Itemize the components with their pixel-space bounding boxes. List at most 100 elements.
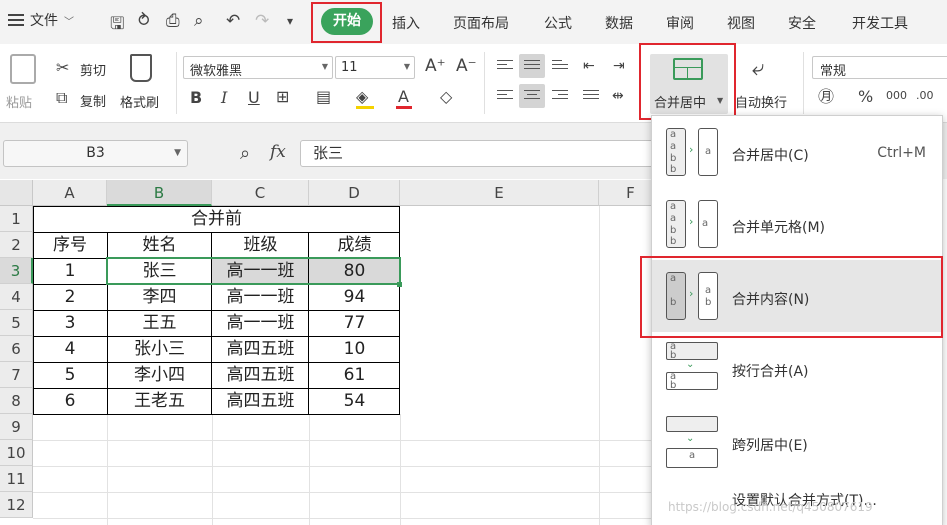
header-cell[interactable]: 成绩 — [309, 232, 400, 258]
header-cell[interactable]: 班级 — [212, 232, 309, 258]
decrease-indent-icon[interactable]: ⇤ — [583, 58, 595, 74]
number-format-select[interactable]: 常规 — [812, 56, 947, 79]
distribute-icon[interactable]: ⇹ — [612, 88, 624, 104]
merge-across-option[interactable]: ab ⌄ ab 按行合并(A) — [652, 332, 942, 404]
merge-cells-option[interactable]: aabb › a 合并单元格(M) — [652, 188, 942, 260]
column-header-d[interactable]: D — [309, 180, 400, 206]
data-cell[interactable]: 高四五班 — [212, 336, 309, 362]
data-cell[interactable]: 61 — [309, 362, 400, 388]
row-header[interactable]: 1 — [0, 206, 33, 232]
data-cell[interactable]: 王五 — [107, 310, 212, 336]
italic-icon[interactable]: I — [221, 90, 227, 106]
name-box-value: B3 — [86, 145, 105, 161]
tab-review[interactable]: 审阅 — [666, 13, 694, 33]
format-painter-quick-icon[interactable]: ⥁ — [138, 11, 150, 31]
select-all-corner[interactable] — [0, 180, 33, 206]
column-header-e[interactable]: E — [400, 180, 599, 206]
table-title-cell[interactable]: 合并前 — [33, 206, 400, 232]
data-cell[interactable]: 王老五 — [107, 388, 212, 414]
tab-security[interactable]: 安全 — [788, 13, 816, 33]
data-cell[interactable]: 高四五班 — [212, 362, 309, 388]
data-cell[interactable]: 54 — [309, 388, 400, 414]
data-cell[interactable]: 高一一班 — [212, 258, 309, 284]
data-cell[interactable]: 4 — [33, 336, 107, 362]
row-header[interactable]: 11 — [0, 466, 33, 492]
data-cell[interactable]: 10 — [309, 336, 400, 362]
name-box[interactable]: B3 ▼ — [3, 140, 188, 167]
data-cell[interactable]: 高一一班 — [212, 284, 309, 310]
save-icon[interactable]: 🖫 — [110, 11, 124, 40]
row-header[interactable]: 12 — [0, 492, 33, 518]
cell-style-icon[interactable]: ▤ — [316, 89, 331, 105]
data-cell[interactable]: 高四五班 — [212, 388, 309, 414]
row-header[interactable]: 8 — [0, 388, 33, 414]
tab-page-layout[interactable]: 页面布局 — [453, 13, 509, 33]
data-cell[interactable]: 高一一班 — [212, 310, 309, 336]
row-header[interactable]: 5 — [0, 310, 33, 336]
row-header[interactable]: 3 — [0, 258, 33, 284]
clear-format-icon[interactable]: ◇ — [440, 89, 452, 105]
print-icon[interactable]: ⎙ — [166, 11, 180, 31]
row-header[interactable]: 10 — [0, 440, 33, 466]
underline-icon[interactable]: U — [248, 90, 260, 106]
justify-icon[interactable] — [583, 90, 599, 102]
fill-handle[interactable] — [397, 282, 402, 287]
decrease-font-icon[interactable]: A⁻ — [456, 58, 477, 75]
data-cell[interactable]: 张三 — [107, 258, 212, 284]
fx-icon[interactable]: fx — [270, 142, 286, 162]
undo-icon[interactable]: ↶ — [226, 11, 240, 31]
data-cell[interactable]: 李小四 — [107, 362, 212, 388]
tab-data[interactable]: 数据 — [605, 13, 633, 33]
column-header-c[interactable]: C — [212, 180, 309, 206]
file-menu[interactable]: 文件 ﹀ — [8, 10, 74, 30]
decimal-icon[interactable]: .00 — [916, 88, 934, 104]
data-cell[interactable]: 3 — [33, 310, 107, 336]
row-header[interactable]: 9 — [0, 414, 33, 440]
zoom-search-icon[interactable]: ⌕ — [240, 143, 250, 164]
column-header-a[interactable]: A — [33, 180, 107, 206]
tab-formulas[interactable]: 公式 — [544, 13, 572, 33]
font-name-select[interactable]: 微软雅黑 ▼ — [183, 56, 333, 79]
data-cell[interactable]: 李四 — [107, 284, 212, 310]
header-cell[interactable]: 姓名 — [107, 232, 212, 258]
align-top-icon[interactable] — [497, 60, 513, 72]
data-cell[interactable]: 94 — [309, 284, 400, 310]
data-cell[interactable]: 77 — [309, 310, 400, 336]
formula-input[interactable]: 张三 — [300, 140, 660, 167]
align-right-icon[interactable] — [552, 90, 568, 102]
border-icon[interactable]: ⊞ — [276, 89, 289, 105]
row-header[interactable]: 4 — [0, 284, 33, 310]
customize-quick-access-icon[interactable]: ▾ — [287, 14, 293, 28]
increase-font-icon[interactable]: A⁺ — [425, 58, 446, 75]
percent-icon[interactable]: % — [858, 89, 873, 105]
row-header[interactable]: 7 — [0, 362, 33, 388]
fill-color-icon[interactable]: ◈ — [356, 89, 368, 105]
bold-icon[interactable]: B — [190, 90, 202, 106]
font-size-select[interactable]: 11 ▼ — [335, 56, 415, 79]
data-cell[interactable]: 6 — [33, 388, 107, 414]
redo-icon[interactable]: ↷ — [255, 11, 269, 31]
data-cell[interactable]: 80 — [309, 258, 400, 284]
center-across-option[interactable]: ⌄ a 跨列居中(E) — [652, 404, 942, 484]
tab-insert[interactable]: 插入 — [392, 13, 420, 33]
row-header[interactable]: 6 — [0, 336, 33, 362]
font-color-icon[interactable]: A — [398, 89, 409, 105]
data-cell[interactable]: 张小三 — [107, 336, 212, 362]
align-left-icon[interactable] — [497, 90, 513, 102]
data-cell[interactable]: 5 — [33, 362, 107, 388]
tab-developer[interactable]: 开发工具 — [852, 13, 908, 33]
currency-icon[interactable]: ㊊ — [818, 89, 834, 105]
align-middle-icon[interactable] — [524, 60, 540, 72]
data-cell[interactable]: 2 — [33, 284, 107, 310]
row-header[interactable]: 2 — [0, 232, 33, 258]
header-cell[interactable]: 序号 — [33, 232, 107, 258]
data-cell[interactable]: 1 — [33, 258, 107, 284]
tab-view[interactable]: 视图 — [727, 13, 755, 33]
align-bottom-icon[interactable] — [552, 60, 568, 72]
thousands-icon[interactable]: 000 — [886, 88, 907, 104]
print-preview-icon[interactable]: ⌕ — [194, 11, 204, 31]
column-header-b[interactable]: B — [107, 180, 212, 206]
merge-center-option[interactable]: aabb › a 合并居中(C) Ctrl+M — [652, 116, 942, 188]
align-center-icon[interactable] — [524, 90, 540, 102]
increase-indent-icon[interactable]: ⇥ — [613, 58, 625, 74]
